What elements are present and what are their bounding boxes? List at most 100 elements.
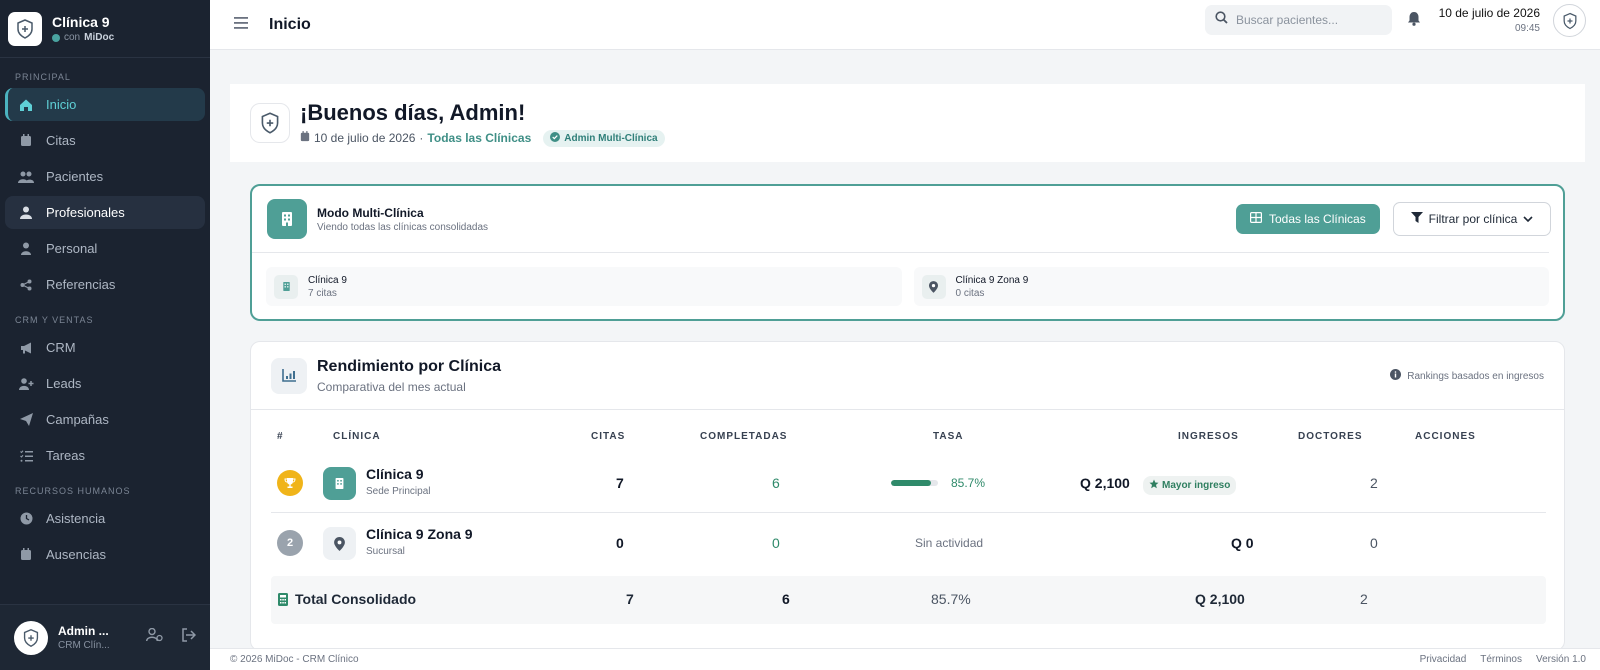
sidebar-item-tareas[interactable]: Tareas — [5, 439, 205, 472]
building-icon — [274, 274, 298, 299]
greeting-separator: · — [419, 131, 424, 145]
column-header-ingresos: INGRESOS — [1178, 431, 1239, 442]
current-date: 10 de julio de 2026 — [1438, 6, 1540, 20]
calendar-icon — [300, 131, 310, 145]
clinic-name[interactable]: Clínica 9 — [366, 466, 424, 482]
clinic-name[interactable]: Clínica 9 Zona 9 — [366, 526, 473, 542]
notifications-bell-icon[interactable] — [1407, 11, 1421, 31]
rate-progress-fill — [891, 480, 932, 486]
sidebar-item-pacientes[interactable]: Pacientes — [5, 160, 205, 193]
hamburger-menu-icon[interactable] — [234, 16, 250, 34]
greeting-card: ¡Buenos días, Admin! 10 de julio de 2026… — [230, 84, 1585, 162]
footer-terms-link[interactable]: Términos — [1480, 654, 1522, 665]
sidebar-item-citas[interactable]: Citas — [5, 124, 205, 157]
grid-icon — [1250, 212, 1263, 226]
citas-value: 0 — [616, 535, 624, 551]
brand: Clínica 9 con MiDoc — [0, 0, 210, 58]
sidebar-item-label: Tareas — [46, 448, 86, 463]
calendar-icon — [17, 133, 35, 149]
building-icon — [267, 199, 307, 239]
sidebar-item-inicio[interactable]: Inicio — [5, 88, 205, 121]
user-plus-icon — [17, 376, 35, 392]
column-header-doctores: DOCTORES — [1298, 431, 1363, 442]
multi-clinic-title: Modo Multi-Clínica — [317, 205, 424, 220]
section-crm: CRM Y VENTAS — [15, 315, 94, 325]
column-header-rank: # — [277, 431, 284, 442]
sidebar-item-label: Citas — [46, 133, 76, 148]
clinic-summary-name: Clínica 9 Zona 9 — [955, 274, 1029, 286]
page-title: Inicio — [269, 15, 311, 33]
sidebar-item-leads[interactable]: Leads — [5, 367, 205, 400]
sidebar-item-personal[interactable]: Personal — [5, 232, 205, 265]
sidebar-item-crm[interactable]: CRM — [5, 331, 205, 364]
search-box — [1205, 5, 1392, 35]
sidebar-item-label: Asistencia — [46, 511, 106, 526]
sidebar-item-label: Referencias — [46, 277, 116, 292]
clock-icon — [17, 511, 35, 527]
sidebar-item-referencias[interactable]: Referencias — [5, 268, 205, 301]
filter-by-clinic-dropdown[interactable]: Filtrar por clínica — [1393, 202, 1551, 236]
logout-icon[interactable] — [181, 628, 197, 647]
clinic-type: Sucursal — [366, 546, 405, 557]
ingresos-value: Q 0 — [1231, 535, 1254, 551]
check-circle-icon — [550, 131, 561, 145]
performance-header: Rendimiento por Clínica Comparativa del … — [251, 342, 1564, 410]
clinic-summary-name: Clínica 9 — [308, 274, 347, 286]
sidebar-item-label: Campañas — [46, 412, 109, 427]
tasa-value: 85.7% — [951, 476, 986, 490]
column-header-completadas: COMPLETADAS — [700, 431, 788, 442]
search-icon — [1215, 11, 1228, 29]
role-badge: Admin Multi-Clínica — [543, 129, 665, 147]
paper-plane-icon — [17, 412, 35, 428]
footer-version: Versión 1.0 — [1535, 654, 1586, 665]
all-clinics-button[interactable]: Todas las Clínicas — [1236, 204, 1380, 234]
table-row[interactable]: 2 Clínica 9 Zona 9 Sucursal 0 0 Sin acti… — [271, 514, 1546, 573]
multi-clinic-description: Viendo todas las clínicas consolidadas — [317, 221, 489, 233]
section-rrhh: RECURSOS HUMANOS — [15, 486, 131, 496]
doctor-icon — [17, 205, 35, 221]
search-input[interactable] — [1236, 13, 1386, 27]
rankings-note-text: Rankings basados en ingresos — [1407, 370, 1544, 382]
performance-description: Comparativa del mes actual — [317, 379, 466, 394]
calendar-x-icon — [17, 547, 35, 563]
sidebar-item-ausencias[interactable]: Ausencias — [5, 538, 205, 571]
topbar-avatar[interactable] — [1553, 4, 1586, 37]
sidebar-item-label: Personal — [46, 241, 98, 256]
sidebar-item-label: Pacientes — [46, 169, 104, 184]
total-doctores: 2 — [1360, 591, 1368, 607]
building-icon — [323, 467, 356, 500]
multi-clinic-card: Modo Multi-Clínica Viendo todas las clín… — [250, 184, 1565, 321]
greeting-scope-link[interactable]: Todas las Clínicas — [427, 131, 531, 145]
greeting-title: ¡Buenos días, Admin! — [300, 99, 526, 125]
user-profile: Admin ... CRM Clín... — [0, 604, 210, 670]
switch-user-icon[interactable] — [146, 627, 163, 647]
table-total-row: Total Consolidado 7 6 85.7% Q 2,100 2 — [271, 576, 1546, 624]
brand-with: con — [64, 32, 81, 43]
home-icon — [17, 97, 35, 113]
sidebar-item-asistencia[interactable]: Asistencia — [5, 502, 205, 535]
top-revenue-label: Mayor ingreso — [1162, 480, 1231, 491]
topbar: Inicio 10 de julio de 2026 09:45 — [210, 0, 1600, 50]
trophy-icon — [277, 470, 303, 496]
clinic-logo-icon — [250, 103, 290, 143]
clinic-summary-item[interactable]: Clínica 9 7 citas — [266, 267, 902, 306]
filter-icon — [1410, 212, 1423, 226]
role-badge-label: Admin Multi-Clínica — [564, 132, 658, 144]
clinic-summary-item[interactable]: Clínica 9 Zona 9 0 citas — [913, 267, 1549, 306]
chevron-down-icon — [1523, 212, 1533, 226]
rankings-note: Rankings basados en ingresos — [1390, 369, 1544, 383]
performance-card: Rendimiento por Clínica Comparativa del … — [250, 341, 1565, 651]
sidebar-item-campanas[interactable]: Campañas — [5, 403, 205, 436]
sidebar-item-profesionales[interactable]: Profesionales — [5, 196, 205, 229]
clinic-summary-count: 7 citas — [308, 287, 337, 299]
avatar[interactable] — [14, 620, 48, 655]
sidebar: Clínica 9 con MiDoc PRINCIPAL Inicio Cit… — [0, 0, 210, 670]
clinic-summary-list: Clínica 9 7 citas Clínica 9 Zona 9 0 cit… — [252, 253, 1563, 306]
doctores-value: 2 — [1370, 475, 1378, 491]
sidebar-item-label: Profesionales — [46, 205, 125, 220]
footer-privacy-link[interactable]: Privacidad — [1420, 654, 1467, 665]
total-citas: 7 — [626, 591, 634, 607]
calculator-icon — [278, 593, 288, 611]
total-label: Total Consolidado — [295, 591, 417, 607]
table-row[interactable]: Clínica 9 Sede Principal 7 6 85.7% Q 2,1… — [271, 453, 1546, 513]
